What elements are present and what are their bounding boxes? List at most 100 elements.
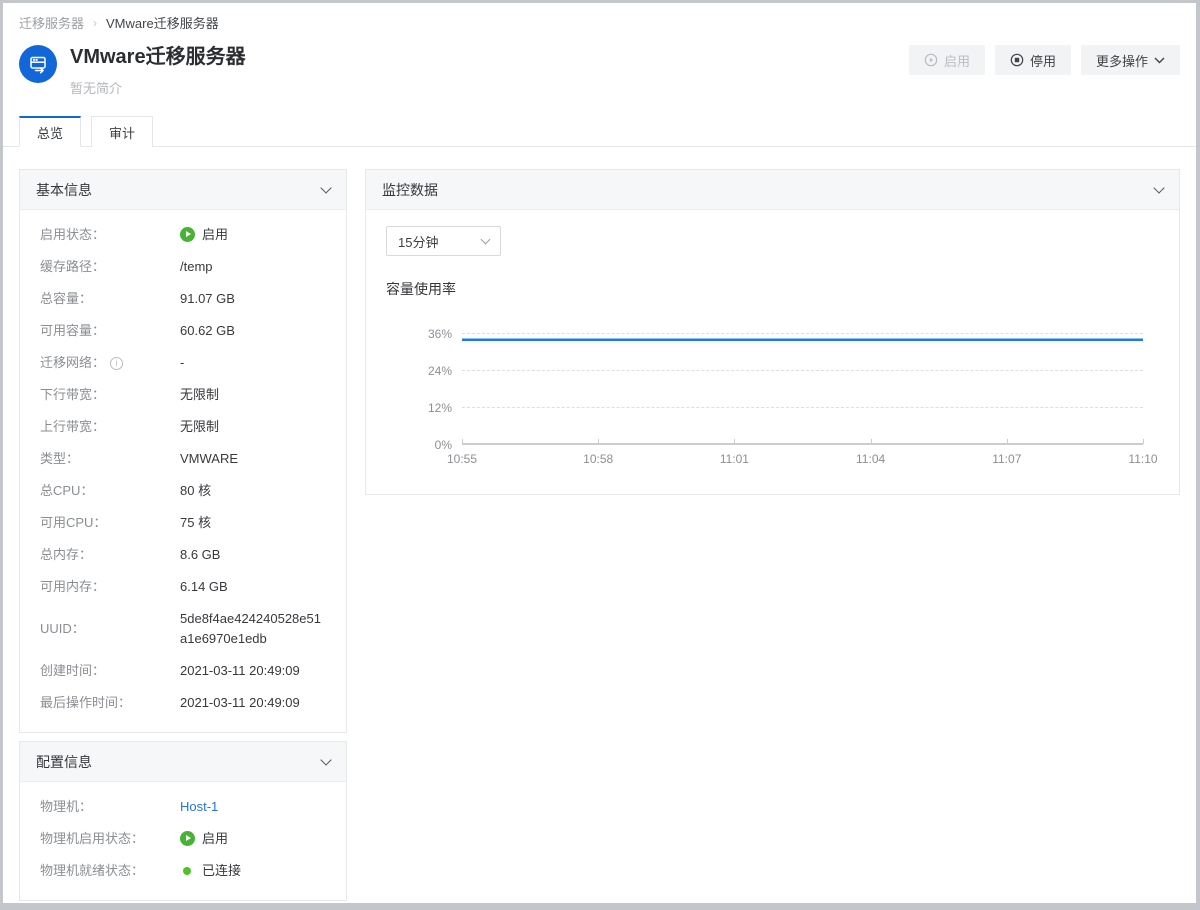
x-tick-label: 10:55 [447,452,477,466]
info-label: 可用容量： [40,321,180,341]
info-circle-icon[interactable]: i [110,357,123,370]
chevron-down-icon[interactable] [320,182,331,193]
info-label: 可用CPU： [40,513,180,533]
info-value-text: 60.62 GB [180,321,235,341]
info-row: 总内存：8.6 GB [40,539,326,571]
capacity-usage-chart: 0%12%24%36% [386,315,1159,445]
tab-overview[interactable]: 总览 [19,116,81,147]
info-value-text: 5de8f4ae424240528e51a1e6970e1edb [180,609,326,649]
info-value: 2021-03-11 20:49:09 [180,693,326,713]
info-row: UUID：5de8f4ae424240528e51a1e6970e1edb [40,603,326,655]
info-value: 8.6 GB [180,545,326,565]
info-value: 75 核 [180,513,326,533]
chevron-down-icon[interactable] [320,754,331,765]
stop-circle-icon [1010,53,1024,67]
x-tick-label: 11:10 [1128,452,1157,466]
breadcrumb-root[interactable]: 迁移服务器 [19,13,84,32]
info-value-text: 2021-03-11 20:49:09 [180,661,300,681]
x-tick-label: 11:01 [720,452,749,466]
left-column: 基本信息 启用状态：启用缓存路径：/temp总容量：91.07 GB可用容量：6… [19,169,347,901]
info-value: 91.07 GB [180,289,326,309]
info-row: 最后操作时间：2021-03-11 20:49:09 [40,687,326,719]
info-value-text: 启用 [202,225,228,245]
disable-button[interactable]: 停用 [995,45,1071,75]
info-value-text: 无限制 [180,417,219,437]
info-value-text: 2021-03-11 20:49:09 [180,693,300,713]
x-tick-label: 11:07 [992,452,1021,466]
x-tick-label: 11:04 [856,452,885,466]
page-header: VMware迁移服务器 暂无简介 启用 停用 更多操作 [3,32,1196,97]
tab-audit[interactable]: 审计 [91,116,153,147]
breadcrumb-current: VMware迁移服务器 [106,13,219,32]
basic-info-header[interactable]: 基本信息 [20,170,346,210]
axis-tick [1143,439,1144,444]
info-row: 启用状态： 启用 [40,219,326,251]
info-label: 下行带宽： [40,385,180,405]
info-row: 可用容量：60.62 GB [40,315,326,347]
info-row: 物理机就绪状态： 已连接 [40,855,326,887]
more-actions-label: 更多操作 [1096,51,1148,70]
interval-select-value: 15分钟 [398,232,438,251]
config-info-card: 配置信息 物理机：Host-1物理机启用状态：启用物理机就绪状态：已连接 [19,741,347,901]
monitor-header[interactable]: 监控数据 [366,170,1179,210]
enabled-status-icon [180,227,195,242]
y-tick-label: 12% [428,401,452,415]
interval-select[interactable]: 15分钟 [386,226,501,256]
chart-plot [462,315,1143,445]
host-link[interactable]: Host-1 [180,797,218,817]
x-tick-label: 10:58 [583,452,613,466]
info-label: 总内存： [40,545,180,565]
chevron-down-icon [481,235,491,245]
info-value-text: 启用 [202,829,228,849]
info-value-text: 80 核 [180,481,211,501]
y-tick-label: 36% [428,327,452,341]
info-label: 迁移网络：i [40,353,180,373]
connected-dot-icon [183,867,191,875]
chart-y-axis: 0%12%24%36% [386,315,462,445]
monitor-title: 监控数据 [382,180,438,200]
config-info-body: 物理机：Host-1物理机启用状态：启用物理机就绪状态：已连接 [20,782,346,900]
info-label: 创建时间： [40,661,180,681]
info-value: 6.14 GB [180,577,326,597]
info-row: 可用内存：6.14 GB [40,571,326,603]
info-label: 物理机： [40,797,180,817]
title-block: VMware迁移服务器 暂无简介 [70,45,246,97]
info-label: 物理机启用状态： [40,829,180,849]
chart-title: 容量使用率 [386,279,1159,299]
info-value: Host-1 [180,797,326,817]
info-row: 物理机：Host-1 [40,791,326,823]
info-row: 总CPU：80 核 [40,475,326,507]
page-title: VMware迁移服务器 [70,45,246,69]
tabbar: 总览 审计 [3,116,1196,147]
y-tick-label: 24% [428,364,452,378]
info-row: 类型：VMWARE [40,443,326,475]
info-value-text: 6.14 GB [180,577,228,597]
y-tick-label: 0% [435,438,452,452]
info-value-text: 已连接 [202,861,241,881]
info-label: 启用状态： [40,225,180,245]
enable-button[interactable]: 启用 [909,45,985,75]
info-row: 总容量：91.07 GB [40,283,326,315]
migration-server-icon [19,45,57,83]
breadcrumb: 迁移服务器 › VMware迁移服务器 [3,3,1196,32]
info-label: 最后操作时间： [40,693,180,713]
info-label: 总CPU： [40,481,180,501]
info-label: UUID： [40,609,180,649]
info-value: 80 核 [180,481,326,501]
info-value-text: 无限制 [180,385,219,405]
info-value-text: /temp [180,257,213,277]
info-value-text: 91.07 GB [180,289,235,309]
info-value: 60.62 GB [180,321,326,341]
config-info-header[interactable]: 配置信息 [20,742,346,782]
more-actions-button[interactable]: 更多操作 [1081,45,1180,75]
info-label: 总容量： [40,289,180,309]
monitor-body: 15分钟 容量使用率 0% 12% 24% 36% 10:55 10:58 11:01 11… [366,210,1179,494]
info-label: 类型： [40,449,180,469]
info-value-text: 8.6 GB [180,545,220,565]
chevron-down-icon [1154,57,1165,64]
chevron-down-icon[interactable] [1153,182,1164,193]
info-row: 物理机启用状态： 启用 [40,823,326,855]
info-row: 可用CPU：75 核 [40,507,326,539]
page-subtitle: 暂无简介 [70,78,246,97]
info-label: 物理机就绪状态： [40,861,180,881]
